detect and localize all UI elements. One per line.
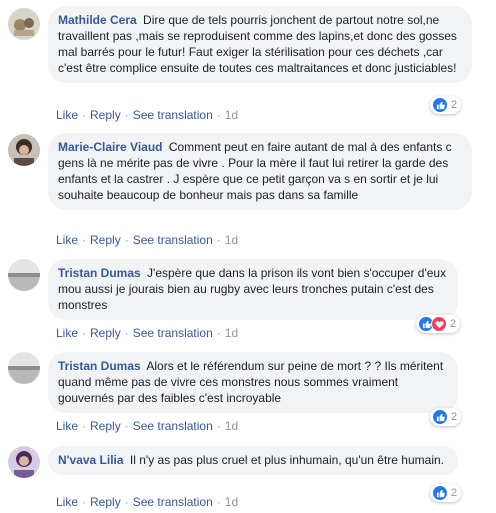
comment-actions: Like · Reply · See translation · 1d	[56, 233, 239, 247]
like-reaction-icon	[432, 409, 448, 425]
comment-text: Il n'y as pas plus cruel et plus inhumai…	[129, 453, 444, 467]
avatar-image	[8, 446, 40, 478]
timestamp[interactable]: 1d	[225, 233, 238, 247]
comment-actions: Like · Reply · See translation · 1d	[56, 326, 239, 340]
comment-bubble: N'vava Lilia Il n'y as pas plus cruel et…	[48, 446, 458, 475]
comment-actions: Like · Reply · See translation · 1d	[56, 419, 239, 433]
comment-author[interactable]: Marie-Claire Viaud	[58, 140, 162, 154]
like-reaction-icon	[432, 485, 448, 501]
reply-link[interactable]: Reply	[90, 233, 121, 247]
reaction-count: 2	[451, 411, 458, 423]
like-link[interactable]: Like	[56, 419, 78, 433]
reply-link[interactable]: Reply	[90, 326, 121, 340]
comment-author[interactable]: Mathilde Cera	[58, 13, 137, 27]
comment-bubble: Tristan Dumas Alors et le référendum sur…	[48, 352, 458, 413]
comment-actions: Like · Reply · See translation · 1d	[56, 108, 239, 122]
avatar[interactable]	[8, 259, 40, 291]
like-link[interactable]: Like	[56, 326, 78, 340]
comment-author[interactable]: N'vava Lilia	[58, 453, 124, 467]
comment-actions: Like · Reply · See translation · 1d	[56, 495, 239, 509]
reactions-badge[interactable]: 2	[430, 484, 462, 502]
avatar[interactable]	[8, 446, 40, 478]
like-link[interactable]: Like	[56, 495, 78, 509]
like-link[interactable]: Like	[56, 233, 78, 247]
comment-bubble: Mathilde Cera Dire que de tels pourris j…	[48, 6, 472, 83]
reactions-badge[interactable]: 2	[416, 315, 461, 333]
like-reaction-icon	[432, 97, 448, 113]
reply-link[interactable]: Reply	[90, 108, 121, 122]
avatar-image	[8, 259, 40, 291]
reaction-count: 2	[450, 318, 457, 330]
avatar[interactable]	[8, 8, 40, 40]
see-translation-link[interactable]: See translation	[133, 419, 213, 433]
reply-link[interactable]: Reply	[90, 495, 121, 509]
love-reaction-icon	[431, 316, 447, 332]
see-translation-link[interactable]: See translation	[133, 495, 213, 509]
reactions-badge[interactable]: 2	[430, 96, 462, 114]
avatar-image	[8, 8, 40, 40]
reaction-count: 2	[451, 487, 458, 499]
reply-link[interactable]: Reply	[90, 419, 121, 433]
see-translation-link[interactable]: See translation	[133, 108, 213, 122]
see-translation-link[interactable]: See translation	[133, 233, 213, 247]
reaction-count: 2	[451, 99, 458, 111]
timestamp[interactable]: 1d	[225, 495, 238, 509]
like-link[interactable]: Like	[56, 108, 78, 122]
timestamp[interactable]: 1d	[225, 326, 238, 340]
timestamp[interactable]: 1d	[225, 419, 238, 433]
comment-bubble: Marie-Claire Viaud Comment peut en faire…	[48, 133, 472, 210]
avatar[interactable]	[8, 134, 40, 166]
reactions-badge[interactable]: 2	[430, 408, 462, 426]
comment-bubble: Tristan Dumas J'espère que dans la priso…	[48, 259, 458, 320]
avatar-image	[8, 134, 40, 166]
see-translation-link[interactable]: See translation	[133, 326, 213, 340]
comment-author[interactable]: Tristan Dumas	[58, 359, 141, 373]
avatar[interactable]	[8, 352, 40, 384]
avatar-image	[8, 352, 40, 384]
timestamp[interactable]: 1d	[225, 108, 238, 122]
comment-author[interactable]: Tristan Dumas	[58, 266, 141, 280]
